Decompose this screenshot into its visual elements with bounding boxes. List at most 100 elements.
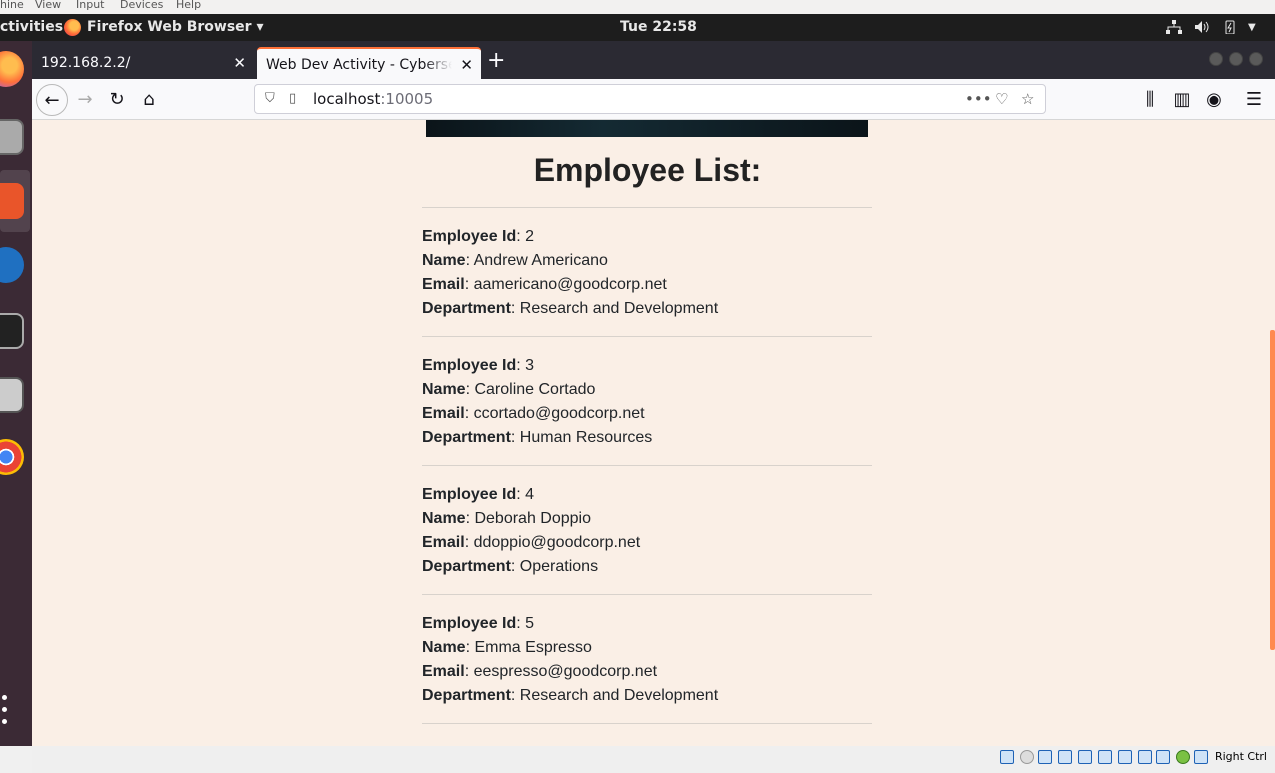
employee-list: Employee Id: 2 Name: Andrew Americano Em… (422, 207, 872, 724)
vbox-menu-help[interactable]: Help (176, 0, 201, 11)
employee-department: Human Resources (519, 429, 653, 446)
vbox-status-bar: Right Ctrl (32, 746, 1275, 773)
employee-email-row: Email: ddoppio@goodcorp.net (422, 534, 641, 551)
virtualization-icon[interactable] (1156, 750, 1170, 764)
app-menu[interactable]: Firefox Web Browser ▾ (87, 19, 263, 35)
video-capture-icon[interactable] (1138, 750, 1152, 764)
tab-close-icon[interactable]: ✕ (233, 47, 246, 79)
field-label: Name (422, 252, 466, 269)
tab-192-168-2-2[interactable]: 192.168.2.2/ ✕ (32, 47, 254, 79)
tracking-shield-icon[interactable]: ⛉ (265, 85, 275, 113)
ubuntu-dock (0, 41, 32, 746)
url-bar[interactable]: ⛉ ▯ localhost:10005 ••• ♡ ☆ (254, 84, 1046, 114)
volume-icon[interactable] (1194, 20, 1210, 34)
employee-email: aamericano@goodcorp.net (473, 276, 667, 293)
field-label: Department (422, 300, 511, 317)
tab-close-icon[interactable]: ✕ (460, 49, 473, 79)
minimize-window-icon[interactable] (1209, 52, 1223, 66)
employee-name-row: Name: Deborah Doppio (422, 510, 591, 527)
firefox-dock-icon[interactable] (0, 51, 24, 87)
header-banner-image (426, 120, 868, 137)
maximize-window-icon[interactable] (1229, 52, 1243, 66)
employee-id: 5 (525, 615, 535, 632)
host-key-label: Right Ctrl (1214, 750, 1267, 763)
network-icon[interactable] (1166, 20, 1182, 34)
files-dock-icon[interactable] (0, 119, 24, 155)
help-icon[interactable] (0, 247, 24, 283)
system-menu-chevron-down-icon[interactable]: ▼ (1248, 22, 1256, 33)
network-adapter-icon[interactable] (1058, 750, 1072, 764)
field-label: Employee Id (422, 228, 517, 245)
home-icon[interactable]: ⌂ (133, 84, 165, 116)
employee-department: Research and Development (519, 687, 719, 704)
employee-name: Emma Espresso (474, 639, 592, 656)
employee-entry: Employee Id: 4 Name: Deborah Doppio Emai… (422, 465, 872, 594)
vbox-menu-devices[interactable]: Devices (120, 0, 163, 11)
shared-folders-icon[interactable] (1098, 750, 1112, 764)
url-port: :10005 (380, 90, 434, 108)
back-arrow-icon[interactable]: ← (36, 84, 68, 116)
forward-arrow-icon[interactable]: → (69, 84, 101, 116)
hard-disk-icon[interactable] (1000, 750, 1014, 764)
clock[interactable]: Tue 22:58 (620, 19, 697, 35)
field-label: Name (422, 381, 466, 398)
tab-title: Web Dev Activity - Cybersecurity (266, 57, 452, 73)
employee-email-row: Email: aamericano@goodcorp.net (422, 276, 667, 293)
account-icon[interactable]: ◉ (1198, 84, 1230, 116)
employee-name: Andrew Americano (473, 252, 608, 269)
employee-department: Operations (519, 558, 599, 575)
activities-button[interactable]: ctivities (0, 19, 63, 35)
mouse-integration-icon[interactable] (1194, 750, 1208, 764)
employee-id: 4 (525, 486, 535, 503)
tab-web-dev-activity[interactable]: Web Dev Activity - Cybersecurity ✕ (257, 47, 481, 79)
list-divider (422, 723, 872, 724)
vbox-menu-machine[interactable]: hine (0, 0, 24, 11)
gnome-top-bar: ctivities Firefox Web Browser ▾ Tue 22:5… (0, 14, 1275, 41)
firefox-logo-icon (64, 19, 81, 36)
employee-email: ccortado@goodcorp.net (473, 405, 645, 422)
page-actions-icon[interactable]: ••• (965, 85, 992, 113)
employee-name: Deborah Doppio (474, 510, 591, 527)
url-host: localhost (313, 90, 381, 108)
screenshot-icon[interactable] (0, 377, 24, 413)
close-window-icon[interactable] (1249, 52, 1263, 66)
chrome-icon[interactable] (0, 439, 24, 475)
vbox-menu-view[interactable]: View (35, 0, 61, 11)
terminal-icon[interactable] (0, 313, 24, 349)
employee-entry: Employee Id: 3 Name: Caroline Cortado Em… (422, 336, 872, 465)
usb-icon[interactable] (1078, 750, 1092, 764)
field-label: Email (422, 276, 465, 293)
library-icon[interactable]: ⫼ (1134, 84, 1166, 116)
optical-drive-icon[interactable] (1020, 750, 1034, 764)
employee-department-row: Department: Operations (422, 558, 599, 575)
display-icon[interactable] (1118, 750, 1132, 764)
battery-icon[interactable] (1222, 20, 1238, 34)
employee-entry: Employee Id: 2 Name: Andrew Americano Em… (422, 207, 872, 336)
field-label: Employee Id (422, 486, 517, 503)
software-store-icon[interactable] (0, 183, 24, 219)
employee-name-row: Name: Caroline Cortado (422, 381, 596, 398)
pocket-icon[interactable]: ♡ (995, 85, 1008, 113)
url-text: localhost:10005 (313, 85, 433, 113)
guest-additions-icon[interactable] (1176, 750, 1190, 764)
employee-name-row: Name: Andrew Americano (422, 252, 608, 269)
employee-name-row: Name: Emma Espresso (422, 639, 592, 656)
employee-email: ddoppio@goodcorp.net (473, 534, 641, 551)
field-label: Department (422, 558, 511, 575)
page-scrollbar[interactable] (1270, 330, 1275, 650)
field-label: Name (422, 510, 466, 527)
employee-department-row: Department: Research and Development (422, 300, 719, 317)
new-tab-plus-icon[interactable]: + (487, 49, 505, 73)
employee-id: 2 (525, 228, 535, 245)
employee-id-row: Employee Id: 5 (422, 615, 535, 632)
bookmark-star-icon[interactable]: ☆ (1021, 85, 1034, 113)
show-applications-icon[interactable] (2, 695, 14, 731)
sidebar-icon[interactable]: ▥ (1166, 84, 1198, 116)
field-label: Name (422, 639, 466, 656)
reload-icon[interactable]: ↻ (101, 84, 133, 116)
audio-icon[interactable] (1038, 750, 1052, 764)
page-info-icon[interactable]: ▯ (289, 85, 296, 113)
page-content: Employee List: Employee Id: 2 Name: Andr… (32, 120, 1275, 746)
vbox-menu-input[interactable]: Input (76, 0, 104, 11)
menu-hamburger-icon[interactable]: ☰ (1238, 84, 1270, 116)
